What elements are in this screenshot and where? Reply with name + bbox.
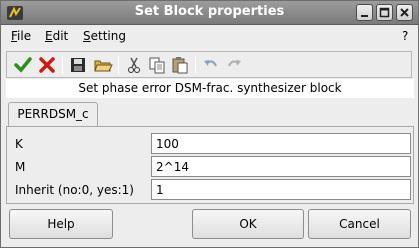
help-button[interactable]: Help (9, 209, 113, 239)
block-description: Set phase error DSM-frac. synthesizer bl… (6, 79, 414, 98)
cancel-button[interactable]: Cancel (308, 209, 411, 239)
toolbar-separator (118, 56, 119, 74)
minimize-button[interactable] (356, 4, 373, 21)
minimize-icon (357, 5, 372, 20)
maximize-button[interactable] (376, 4, 393, 21)
paste-icon[interactable] (170, 55, 190, 75)
param-label-m: M (15, 160, 26, 174)
menu-bar: File Edit Setting ? (1, 26, 418, 48)
toolbar-separator (62, 56, 63, 74)
undo-icon[interactable] (201, 55, 221, 75)
menu-edit[interactable]: Edit (45, 29, 68, 43)
param-input-inherit[interactable] (151, 179, 411, 200)
toolbar-separator (195, 56, 196, 74)
close-icon (397, 5, 412, 20)
redo-icon[interactable] (224, 55, 244, 75)
cut-icon[interactable] (124, 55, 144, 75)
ok-check-icon[interactable] (13, 55, 33, 75)
menu-file[interactable]: File (11, 29, 31, 43)
tab-perrdsm-c[interactable]: PERRDSM_c (8, 102, 98, 127)
menu-setting[interactable]: Setting (83, 29, 126, 43)
param-input-m[interactable] (151, 156, 411, 177)
title-bar[interactable]: Set Block properties (1, 1, 418, 25)
copy-icon[interactable] (147, 55, 167, 75)
ok-button[interactable]: OK (192, 209, 304, 239)
save-icon[interactable] (68, 55, 88, 75)
cancel-x-icon[interactable] (37, 55, 57, 75)
close-button[interactable] (396, 4, 413, 21)
param-input-k[interactable] (151, 133, 411, 154)
open-folder-icon[interactable] (93, 55, 113, 75)
param-label-inherit: Inherit (no:0, yes:1) (15, 183, 134, 197)
maximize-icon (377, 5, 392, 20)
toolbar (6, 51, 412, 78)
parameters-panel: K M Inherit (no:0, yes:1) (6, 126, 414, 204)
dialog-window: Set Block properties File Edit Setting ? (0, 0, 419, 248)
param-label-k: K (15, 137, 23, 151)
menu-help[interactable]: ? (402, 29, 408, 43)
